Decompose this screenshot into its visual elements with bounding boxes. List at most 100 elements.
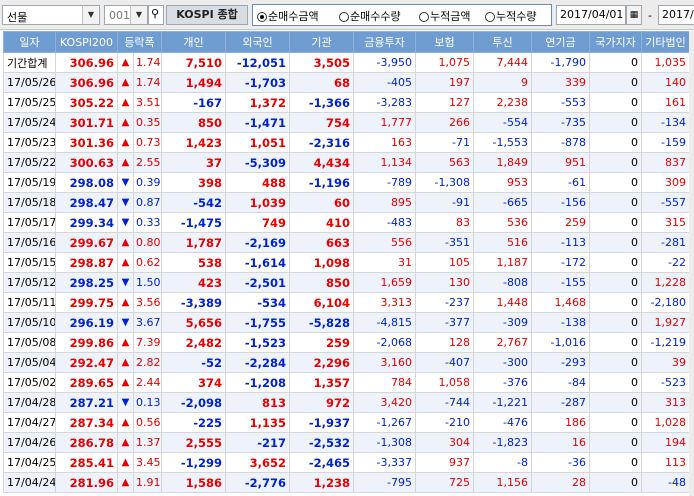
table-header-row: 일자 KOSPI200 등락폭 개인 외국인 기관 금융투자 보험 투신 연기금… [3, 31, 690, 53]
date-from-input[interactable]: 2017/04/01 [556, 5, 626, 25]
col-header-change[interactable]: 등락폭 [117, 31, 162, 53]
table-row[interactable]: 17/05/17 299.34 ▼ 0.33 -1,475 749 410 -483 83 536… [3, 212, 690, 233]
table-row[interactable]: 17/05/22 300.63 ▲ 2.55 37 -5,309 4,434 1,134 563… [3, 152, 690, 173]
table-row[interactable]: 17/05/23 301.36 ▲ 0.73 1,423 1,051 -2,316 163 -7… [3, 132, 690, 153]
cell-other-corp: -281 [641, 232, 690, 253]
cell-government: 0 [589, 132, 642, 153]
cell-date: 17/05/10 [3, 312, 56, 333]
cell-trust: -300 [473, 352, 532, 373]
cell-individual: -2,098 [161, 392, 226, 413]
table-row[interactable]: 17/05/18 298.47 ▼ 0.87 -542 1,039 60 895 -91 -665… [3, 192, 690, 213]
table-row[interactable]: 17/04/28 287.21 ▼ 0.13 -2,098 813 972 3,420 -744… [3, 392, 690, 413]
table-row[interactable]: 17/05/24 301.71 ▲ 0.35 850 -1,471 754 1,777 266-… [3, 112, 690, 133]
code-select[interactable]: 001 ▼ [104, 5, 148, 25]
table-row[interactable]: 17/05/26 306.96 ▲ 1.74 1,494 -1,703 68 -405 197 9… [3, 72, 690, 93]
table-row[interactable]: 17/05/19 298.08 ▼ 0.39 398 488 -1,196 -789 -1,30… [3, 172, 690, 193]
radio-net-buy-amount[interactable]: 순매수금액 [257, 8, 319, 24]
cell-insurance: 937 [415, 452, 474, 473]
cell-pension: 951 [531, 152, 590, 173]
table-row[interactable]: 17/04/26 286.78 ▲ 1.37 2,555 -217 -2,532 -1,308… [3, 432, 690, 453]
cell-institution: 68 [289, 72, 354, 93]
triangle-up-icon: ▲ [117, 472, 134, 493]
cell-institution: 2,296 [289, 352, 354, 373]
cell-foreign: -2,776 [225, 472, 290, 493]
cell-government: 0 [589, 372, 642, 393]
table-row[interactable]: 17/05/16 299.67 ▲ 0.80 1,787 -2,169 663 556 -351… [3, 232, 690, 253]
cell-kospi200: 289.65 [55, 372, 118, 393]
table-row[interactable]: 17/05/15 298.87 ▲ 0.62 538 -1,614 1,098 31 105 1,… [3, 252, 690, 273]
category-select[interactable]: 선물 ▼ [2, 5, 100, 25]
cell-individual: 37 [161, 152, 226, 173]
cell-financial-investment: -789 [353, 172, 416, 193]
cell-date: 17/05/26 [3, 72, 56, 93]
cell-individual: -1,299 [161, 452, 226, 473]
table-row[interactable]: 17/05/04 292.47 ▲ 2.82 -52 -2,284 2,296 3,160 -4… [3, 352, 690, 373]
cell-pension: -172 [531, 252, 590, 273]
vertical-scrollbar[interactable] [689, 31, 694, 496]
cell-change: 2.82 [133, 352, 162, 373]
table-row[interactable]: 17/05/25 305.22 ▲ 3.51 -167 1,372 -1,366 -3,283… [3, 92, 690, 113]
calendar-icon[interactable]: ▦ [626, 5, 642, 25]
cell-individual: 398 [161, 172, 226, 193]
cell-government: 0 [589, 92, 642, 113]
cell-government: 0 [589, 112, 642, 133]
cell-institution: 1,238 [289, 472, 354, 493]
summary-row[interactable]: 기간합계 306.96 ▲ 1.74 7,510 -12,051 3,505 -3,950 1,… [3, 52, 690, 73]
cell-kospi200: 306.96 [55, 72, 118, 93]
radio-net-buy-quantity[interactable]: 순매수수량 [339, 8, 401, 24]
cell-government: 0 [589, 292, 642, 313]
col-header-date[interactable]: 일자 [3, 31, 56, 53]
col-header-insurance[interactable]: 보험 [415, 31, 474, 53]
chevron-down-icon[interactable]: ▼ [130, 6, 147, 24]
table-row[interactable]: 17/04/24 281.96 ▲ 1.91 1,586 -2,776 1,238 -795 7… [3, 472, 690, 493]
col-header-foreign[interactable]: 외국인 [225, 31, 290, 53]
cell-individual: 7,510 [161, 52, 226, 73]
cell-trust: 9 [473, 72, 532, 93]
search-button[interactable]: ⚲ [148, 5, 164, 25]
table-row[interactable]: 17/04/27 287.34 ▲ 0.56 -225 1,135 -1,937 -1,267… [3, 412, 690, 433]
col-header-kospi200[interactable]: KOSPI200 [55, 31, 118, 53]
cell-government: 0 [589, 312, 642, 333]
cell-government: 0 [589, 272, 642, 293]
col-header-other-corp[interactable]: 기타법인 [641, 31, 690, 53]
cell-foreign: -1,208 [225, 372, 290, 393]
cell-trust: 1,187 [473, 252, 532, 273]
cell-other-corp: -22 [641, 252, 690, 273]
table-row[interactable]: 17/05/02 289.65 ▲ 2.44 374 -1,208 1,357 784 1,05… [3, 372, 690, 393]
radio-cumulative-amount[interactable]: 누적금액 [419, 8, 470, 24]
table-row[interactable]: 17/05/10 296.19 ▼ 3.67 5,656 -1,755 -5,828 -4,8… [3, 312, 690, 333]
col-header-trust[interactable]: 투신 [473, 31, 532, 53]
col-header-institution[interactable]: 기관 [289, 31, 354, 53]
date-to-input[interactable]: 2017/ [658, 5, 694, 25]
col-header-government[interactable]: 국가지자 [589, 31, 642, 53]
radio-cumulative-quantity[interactable]: 누적수량 [485, 8, 536, 24]
cell-pension: 339 [531, 72, 590, 93]
cell-government: 0 [589, 152, 642, 173]
cell-other-corp: -159 [641, 132, 690, 153]
cell-financial-investment: 784 [353, 372, 416, 393]
table-row[interactable]: 17/05/12 298.25 ▼ 1.50 423 -2,501 850 1,659 130-… [3, 272, 690, 293]
cell-pension: -84 [531, 372, 590, 393]
cell-foreign: 1,135 [225, 412, 290, 433]
table-row[interactable]: 17/05/11 299.75 ▲ 3.56 -3,389 -534 6,104 3,313-… [3, 292, 690, 313]
cell-date: 17/05/23 [3, 132, 56, 153]
cell-financial-investment: -1,308 [353, 432, 416, 453]
cell-change: 2.55 [133, 152, 162, 173]
chevron-down-icon[interactable]: ▼ [82, 6, 99, 24]
cell-pension: -36 [531, 452, 590, 473]
col-header-financial-investment[interactable]: 금융투자 [353, 31, 416, 53]
cell-change: 2.44 [133, 372, 162, 393]
cell-foreign: -1,755 [225, 312, 290, 333]
index-name-button[interactable]: KOSPI 종합 [166, 5, 248, 25]
cell-institution: 4,434 [289, 152, 354, 173]
table-row[interactable]: 17/04/25 285.41 ▲ 3.45 -1,299 3,652 -2,465 -3,3… [3, 452, 690, 473]
cell-kospi200: 305.22 [55, 92, 118, 113]
col-header-pension[interactable]: 연기금 [531, 31, 590, 53]
cell-pension: -155 [531, 272, 590, 293]
cell-date: 17/05/17 [3, 212, 56, 233]
cell-other-corp: 315 [641, 212, 690, 233]
col-header-individual[interactable]: 개인 [161, 31, 226, 53]
cell-institution: -1,196 [289, 172, 354, 193]
cell-individual: 1,787 [161, 232, 226, 253]
table-row[interactable]: 17/05/08 299.86 ▲ 7.39 2,482 -1,523 259 -2,068 1… [3, 332, 690, 353]
